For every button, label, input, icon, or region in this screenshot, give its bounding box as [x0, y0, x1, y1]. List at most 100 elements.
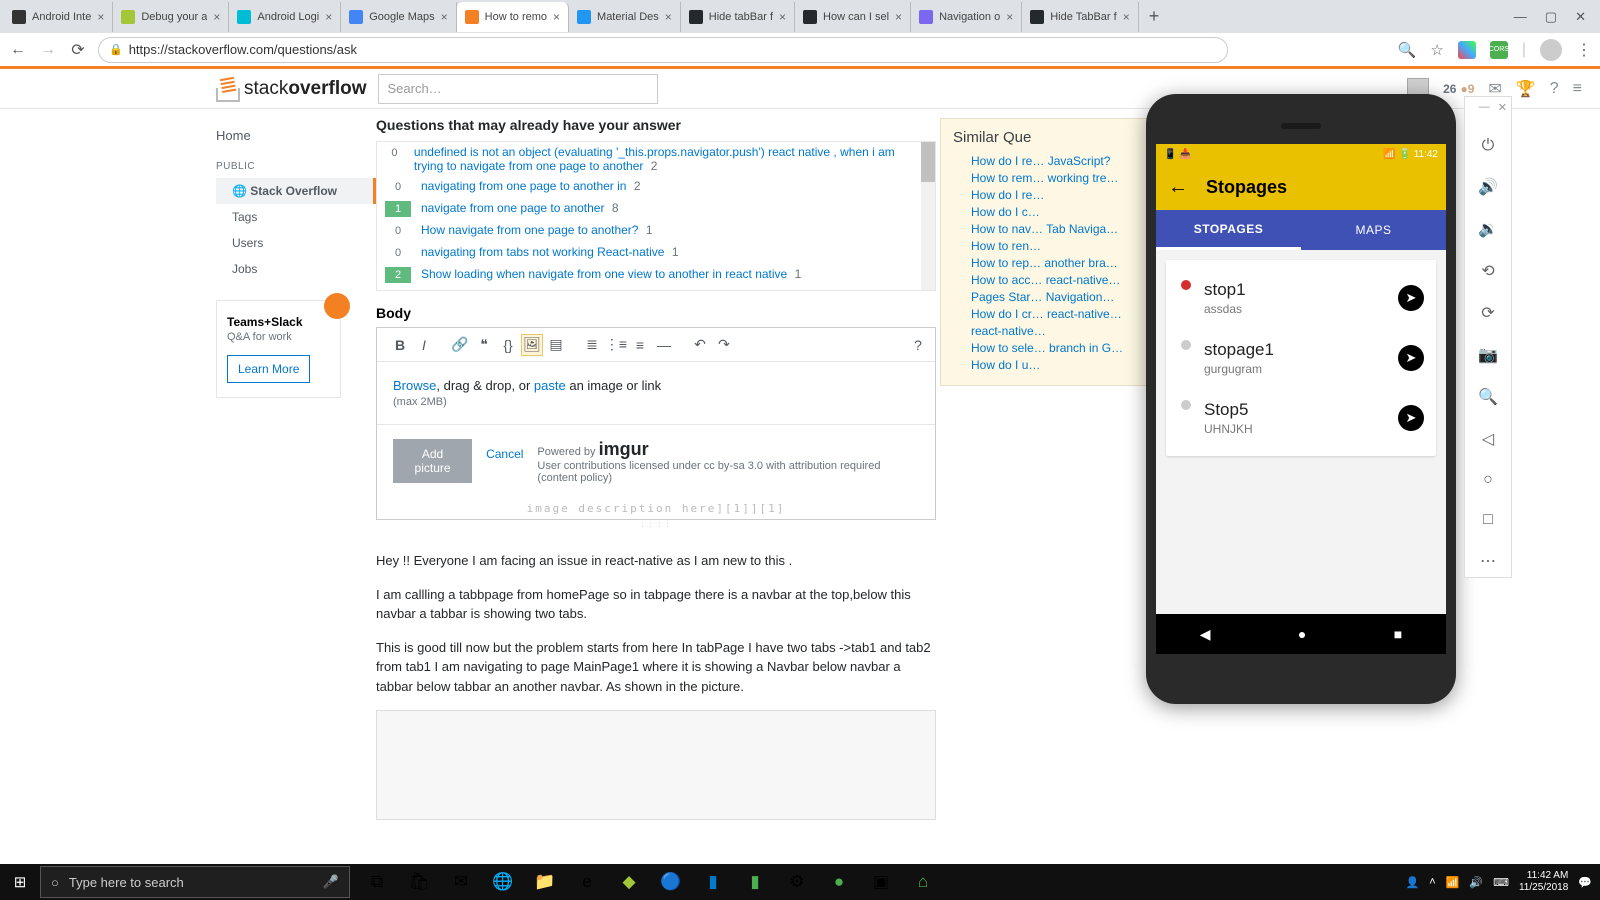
- notification-icon[interactable]: 💬: [1578, 876, 1592, 889]
- people-icon[interactable]: 👤: [1406, 876, 1420, 889]
- clock[interactable]: 11:42 AM 11/25/2018: [1519, 870, 1568, 894]
- tab-stopages[interactable]: STOPAGES: [1156, 210, 1301, 250]
- bookmark-icon[interactable]: ☆: [1430, 41, 1443, 59]
- store-icon[interactable]: 🛍: [398, 864, 440, 900]
- mail-icon[interactable]: ✉: [440, 864, 482, 900]
- close-icon[interactable]: ×: [895, 10, 902, 24]
- browse-link[interactable]: Browse: [393, 378, 436, 393]
- help-icon[interactable]: ?: [907, 334, 929, 356]
- profile-avatar[interactable]: [1540, 39, 1562, 61]
- close-icon[interactable]: ✕: [1498, 101, 1507, 114]
- bold-icon[interactable]: B: [389, 334, 411, 356]
- menu-icon[interactable]: ⋮: [1576, 40, 1592, 60]
- redo-icon[interactable]: ↷: [713, 334, 735, 356]
- heading-icon[interactable]: ≡: [629, 334, 651, 356]
- scrollbar[interactable]: [921, 142, 935, 290]
- minimize-icon[interactable]: —: [1479, 101, 1490, 114]
- volume-up-icon[interactable]: 🔊: [1478, 177, 1498, 197]
- tray-chevron-icon[interactable]: ˄: [1429, 876, 1435, 888]
- add-picture-button[interactable]: Add picture: [393, 439, 472, 483]
- android-studio-icon[interactable]: ◆: [608, 864, 650, 900]
- nav-recent-icon[interactable]: ■: [1394, 626, 1402, 642]
- camera-icon[interactable]: 📷: [1478, 345, 1498, 365]
- terminal-icon[interactable]: ▣: [860, 864, 902, 900]
- olist-icon[interactable]: ≣: [581, 334, 603, 356]
- maximize-icon[interactable]: ▢: [1545, 9, 1557, 25]
- volume-down-icon[interactable]: 🔉: [1478, 219, 1498, 239]
- back-arrow-icon[interactable]: ←: [1168, 176, 1188, 199]
- compass-icon[interactable]: ➤: [1398, 405, 1424, 431]
- browser-tab-active[interactable]: How to remo×: [457, 2, 569, 32]
- browser-tab[interactable]: Navigation o×: [911, 2, 1022, 32]
- browser-tab[interactable]: Android Logi×: [229, 2, 341, 32]
- rotate-left-icon[interactable]: ⟲: [1481, 261, 1494, 281]
- volume-icon[interactable]: 🔊: [1469, 876, 1483, 889]
- zoom-icon[interactable]: 🔍: [1478, 387, 1498, 407]
- extension-cors-icon[interactable]: CORS: [1490, 41, 1508, 59]
- url-input[interactable]: 🔒 https://stackoverflow.com/questions/as…: [98, 37, 1228, 63]
- nav-home-icon[interactable]: ●: [1298, 626, 1306, 642]
- vscode-icon[interactable]: ▮: [692, 864, 734, 900]
- edge2-icon[interactable]: e: [566, 864, 608, 900]
- close-icon[interactable]: ×: [553, 10, 560, 24]
- forward-button[interactable]: →: [38, 41, 58, 59]
- close-icon[interactable]: ×: [97, 10, 104, 24]
- keyboard-icon[interactable]: ⌨: [1493, 876, 1509, 889]
- undo-icon[interactable]: ↶: [689, 334, 711, 356]
- browser-tab[interactable]: How can I sel×: [795, 2, 911, 32]
- avd-icon[interactable]: ⌂: [902, 864, 944, 900]
- home-icon[interactable]: ○: [1483, 471, 1493, 489]
- taskbar-search[interactable]: ○ Type here to search🎤: [40, 866, 350, 898]
- code-icon[interactable]: {}: [497, 334, 519, 356]
- back-button[interactable]: ←: [8, 41, 28, 59]
- suggestion-link[interactable]: navigate from one page to another: [421, 201, 604, 215]
- stop-row[interactable]: Stop5UHNJKH ➤: [1178, 388, 1424, 448]
- suggestion-link[interactable]: How navigate from one page to another?: [421, 223, 638, 237]
- snippet-icon[interactable]: ▤: [545, 334, 567, 356]
- edge-icon[interactable]: 🌐: [482, 864, 524, 900]
- explorer-icon[interactable]: 📁: [524, 864, 566, 900]
- paste-link[interactable]: paste: [534, 378, 566, 393]
- close-icon[interactable]: ×: [665, 10, 672, 24]
- hr-icon[interactable]: ―: [653, 334, 675, 356]
- close-icon[interactable]: ×: [441, 10, 448, 24]
- new-tab-button[interactable]: +: [1139, 6, 1170, 27]
- more-icon[interactable]: ⋯: [1480, 551, 1496, 571]
- task-view-icon[interactable]: ⧉: [356, 864, 398, 900]
- reload-button[interactable]: ⟳: [68, 40, 88, 60]
- extension-icon[interactable]: [1458, 41, 1476, 59]
- site-switcher-icon[interactable]: ≡: [1573, 80, 1582, 98]
- stop-row[interactable]: stopage1gurgugram ➤: [1178, 328, 1424, 388]
- cancel-button[interactable]: Cancel: [486, 439, 523, 461]
- quote-icon[interactable]: ❝: [473, 334, 495, 356]
- browser-tab[interactable]: Hide TabBar f×: [1022, 2, 1138, 32]
- tab-maps[interactable]: MAPS: [1301, 210, 1446, 250]
- suggestion-link[interactable]: navigating from tabs not working React-n…: [421, 245, 664, 259]
- network-icon[interactable]: 📶: [1446, 876, 1460, 889]
- compass-icon[interactable]: ➤: [1398, 285, 1424, 311]
- achievements-icon[interactable]: 🏆: [1516, 79, 1536, 99]
- back-icon[interactable]: ◁: [1482, 429, 1494, 449]
- rotate-right-icon[interactable]: ⟳: [1481, 303, 1494, 323]
- close-icon[interactable]: ×: [1006, 10, 1013, 24]
- help-icon[interactable]: ?: [1550, 80, 1559, 98]
- browser-tab[interactable]: Android Inte×: [4, 2, 113, 32]
- minimize-icon[interactable]: —: [1514, 9, 1527, 25]
- settings-icon[interactable]: ⚙: [776, 864, 818, 900]
- browser-tab[interactable]: Hide tabBar f×: [681, 2, 795, 32]
- zoom-icon[interactable]: 🔍: [1398, 41, 1417, 59]
- app-icon[interactable]: ●: [818, 864, 860, 900]
- italic-icon[interactable]: I: [413, 334, 435, 356]
- image-icon[interactable]: 🖼: [521, 334, 543, 356]
- resize-grip[interactable]: : : : :: [376, 520, 936, 529]
- search-input[interactable]: Search…: [378, 74, 658, 104]
- close-icon[interactable]: ×: [779, 10, 786, 24]
- browser-tab[interactable]: Debug your a×: [113, 2, 229, 32]
- chrome-icon[interactable]: 🔵: [650, 864, 692, 900]
- start-button[interactable]: ⊞: [0, 864, 40, 900]
- link-icon[interactable]: 🔗: [449, 334, 471, 356]
- suggestion-link[interactable]: Show loading when navigate from one view…: [421, 267, 787, 281]
- browser-tab[interactable]: Google Maps×: [341, 2, 456, 32]
- reputation[interactable]: 26●9: [1443, 82, 1474, 96]
- emulator-icon[interactable]: ▮: [734, 864, 776, 900]
